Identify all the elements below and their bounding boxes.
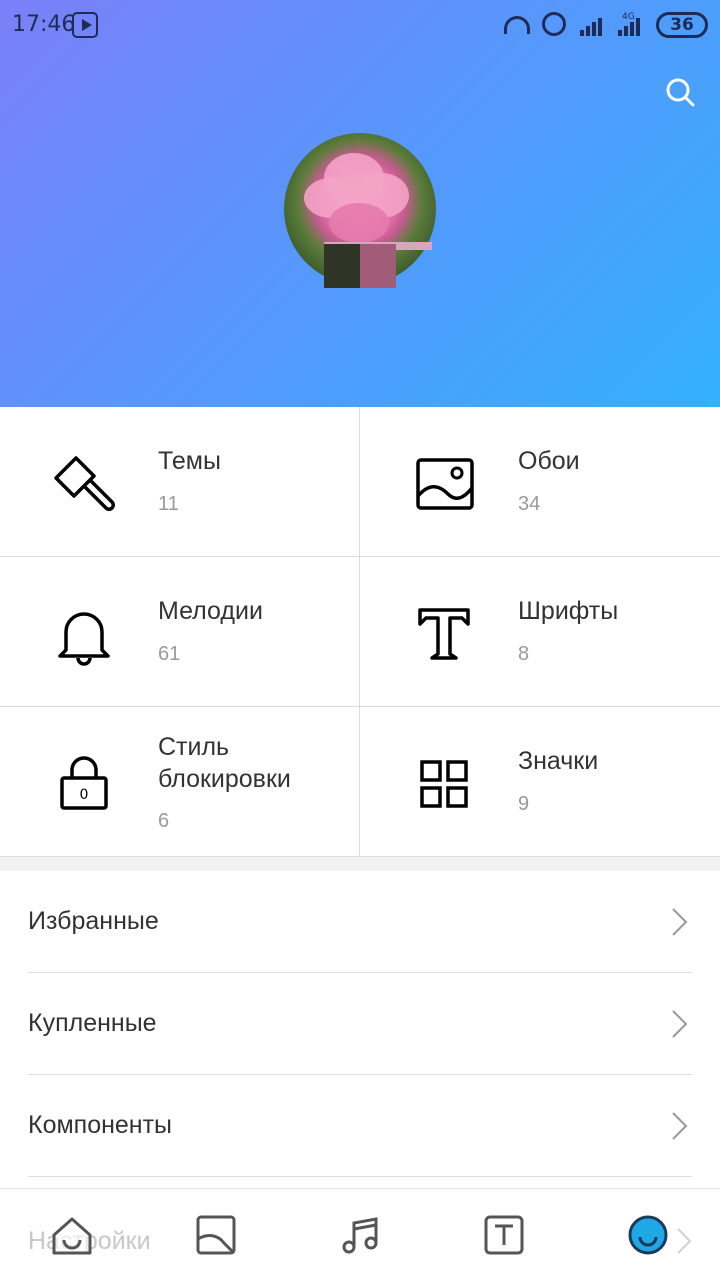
category-title: Шрифты [518, 597, 619, 625]
menu-item-favorites[interactable]: Избранные [28, 871, 692, 973]
category-count: 61 [158, 643, 181, 665]
signal-4g-icon: 4G [618, 12, 644, 36]
section-divider [0, 857, 720, 871]
category-title: Обои [518, 447, 580, 475]
menu-item-purchased[interactable]: Купленные [28, 973, 692, 1075]
status-icons: 4G 36 [504, 10, 708, 40]
chevron-right-icon [672, 1112, 688, 1140]
wallpaper-icon[interactable] [194, 1213, 238, 1257]
category-title: Мелодии [158, 597, 263, 625]
category-title: Значки [518, 747, 599, 775]
profile-icon[interactable] [626, 1213, 670, 1257]
themes-profile-screen: 17:46 4G 36 Темы 11 Обои 34 Мелодии 61 Ш… [0, 0, 720, 1280]
music-icon[interactable] [338, 1213, 382, 1257]
menu-list: Избранные Купленные Компоненты [0, 871, 720, 1177]
status-time: 17:46 [12, 12, 76, 37]
avatar-censor-block [324, 244, 362, 288]
category-count: 8 [518, 643, 530, 665]
svg-text:0: 0 [80, 787, 89, 803]
category-title: Стиль блокировки [158, 733, 291, 793]
category-fonts[interactable]: Шрифты 8 [360, 557, 720, 707]
menu-item-label: Компоненты [28, 1111, 173, 1139]
lock-icon: 0 [60, 756, 108, 810]
category-count: 11 [158, 493, 179, 515]
chevron-right-icon [672, 908, 688, 936]
menu-item-components[interactable]: Компоненты [28, 1075, 692, 1177]
category-ringtones[interactable]: Мелодии 61 [0, 557, 360, 707]
network-label: 4G [622, 12, 635, 22]
category-wallpapers[interactable]: Обои 34 [360, 407, 720, 557]
chevron-right-icon [672, 1010, 688, 1038]
category-count: 34 [518, 493, 541, 515]
category-count: 6 [158, 810, 170, 832]
menu-item-label: Избранные [28, 907, 159, 935]
chevron-right-icon [677, 1228, 692, 1254]
status-bar: 17:46 4G 36 [0, 0, 720, 50]
category-icons[interactable]: Значки 9 [360, 707, 720, 857]
signal-icon [580, 14, 606, 36]
category-title: Темы [158, 447, 221, 475]
battery-icon: 36 [656, 12, 708, 38]
wallpaper-icon [416, 458, 474, 510]
media-play-icon [72, 12, 98, 38]
avatar-censor-block [360, 244, 396, 288]
bell-icon [58, 612, 110, 666]
menu-item-label: Купленные [28, 1009, 157, 1037]
headphones-icon [504, 12, 530, 38]
font-icon[interactable] [482, 1213, 526, 1257]
search-icon[interactable] [664, 76, 696, 108]
category-lockscreen[interactable]: 0 Стиль блокировки 6 [0, 707, 360, 857]
category-grid: Темы 11 Обои 34 Мелодии 61 Шрифты 8 0 Ст… [0, 407, 720, 857]
category-count: 9 [518, 793, 530, 815]
home-icon[interactable] [50, 1213, 94, 1257]
category-themes[interactable]: Темы 11 [0, 407, 360, 557]
grid-icon [420, 760, 468, 808]
bottom-navigation: Настройки [0, 1188, 720, 1280]
brush-icon [54, 456, 115, 511]
font-icon [418, 608, 470, 660]
profile-header: 17:46 4G 36 [0, 0, 720, 407]
alarm-icon [542, 12, 568, 38]
